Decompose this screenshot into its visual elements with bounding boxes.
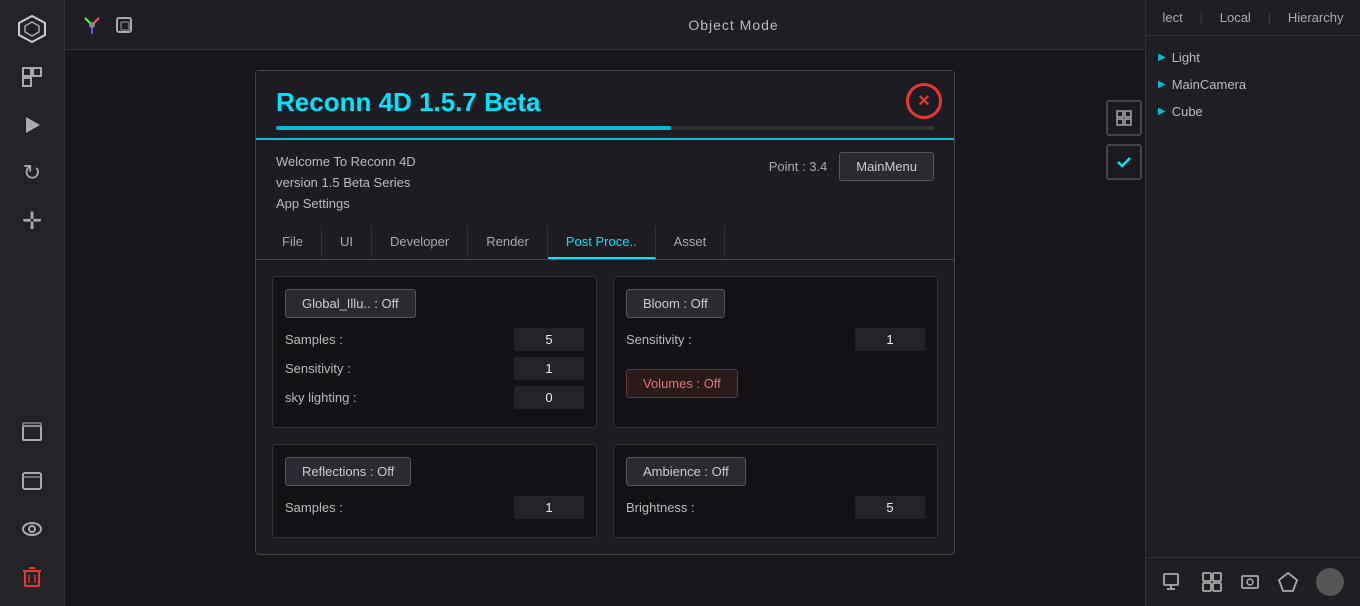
circle-icon[interactable]: [1316, 568, 1344, 596]
viewport-controls: [1106, 100, 1142, 180]
dialog-info: Welcome To Reconn 4D version 1.5 Beta Se…: [256, 140, 954, 226]
dialog-progress-bar: [276, 126, 934, 130]
right-sidebar: lect | Local | Hierarchy ▶ Light ▶ MainC…: [1145, 0, 1360, 606]
header-separator2: |: [1268, 11, 1271, 25]
global-illum-panel: Global_Illu.. : Off Samples : 5 Sensitiv…: [272, 276, 597, 428]
reflections-samples-row: Samples : 1: [285, 496, 584, 519]
right-sidebar-header: lect | Local | Hierarchy: [1146, 0, 1360, 36]
dialog-info-right: Point : 3.4 MainMenu: [769, 152, 934, 181]
tab-post-proc[interactable]: Post Proce..: [548, 226, 656, 259]
global-illum-skylighting-label: sky lighting :: [285, 390, 357, 405]
main-menu-button[interactable]: MainMenu: [839, 152, 934, 181]
dialog-header: Reconn 4D 1.5.7 Beta: [256, 71, 954, 140]
trash-icon[interactable]: [11, 556, 53, 598]
global-illum-sensitivity-value[interactable]: 1: [514, 357, 584, 380]
diamond-icon[interactable]: [1277, 571, 1299, 593]
global-illum-toggle[interactable]: Global_Illu.. : Off: [285, 289, 416, 318]
ambience-brightness-label: Brightness :: [626, 500, 695, 515]
tree-item-cube[interactable]: ▶ Cube: [1146, 98, 1360, 125]
global-illum-samples-value[interactable]: 5: [514, 328, 584, 351]
dialog: Reconn 4D 1.5.7 Beta × Welcome To Reconn…: [255, 70, 955, 555]
reflections-toggle[interactable]: Reflections : Off: [285, 457, 411, 486]
mode-label: Object Mode: [688, 17, 778, 33]
tab-ui[interactable]: UI: [322, 226, 372, 259]
box-select-icon[interactable]: [11, 56, 53, 98]
tree-label-maincamera: MainCamera: [1172, 77, 1246, 92]
tab-asset[interactable]: Asset: [656, 226, 726, 259]
ambience-brightness-row: Brightness : 5: [626, 496, 925, 519]
global-illum-skylighting-value[interactable]: 0: [514, 386, 584, 409]
tree-label-cube: Cube: [1172, 104, 1203, 119]
tree-arrow-light: ▶: [1158, 52, 1166, 63]
tree-arrow-cube: ▶: [1158, 106, 1166, 117]
tree-label-light: Light: [1172, 50, 1200, 65]
cube-topbar-icon: [113, 14, 135, 36]
info-line2: version 1.5 Beta Series: [276, 173, 416, 194]
tree-item-light[interactable]: ▶ Light: [1146, 44, 1360, 71]
volumes-toggle[interactable]: Volumes : Off: [626, 369, 738, 398]
ambience-toggle[interactable]: Ambience : Off: [626, 457, 746, 486]
bloom-sensitivity-label: Sensitivity :: [626, 332, 692, 347]
frame-fit-button[interactable]: [1106, 100, 1142, 136]
eye-sidebar-icon[interactable]: [11, 508, 53, 550]
global-illum-skylighting-row: sky lighting : 0: [285, 386, 584, 409]
play-icon[interactable]: [11, 104, 53, 146]
global-illum-samples-row: Samples : 5: [285, 328, 584, 351]
tree-item-maincamera[interactable]: ▶ MainCamera: [1146, 71, 1360, 98]
scene-tree: ▶ Light ▶ MainCamera ▶ Cube: [1146, 36, 1360, 557]
screen-icon[interactable]: [1162, 571, 1184, 593]
header-separator: |: [1200, 11, 1203, 25]
reflections-samples-value[interactable]: 1: [514, 496, 584, 519]
info-line3: App Settings: [276, 194, 416, 215]
header-select-label[interactable]: lect: [1162, 10, 1182, 25]
tab-render[interactable]: Render: [468, 226, 548, 259]
main-viewport: Reconn 4D 1.5.7 Beta × Welcome To Reconn…: [65, 50, 1145, 606]
logo-icon[interactable]: [11, 8, 53, 50]
dialog-title: Reconn 4D 1.5.7 Beta: [276, 87, 934, 118]
bloom-panel: Bloom : Off Sensitivity : 1 Volumes : Of…: [613, 276, 938, 428]
move-icon[interactable]: ✛: [11, 200, 53, 242]
disc-icon[interactable]: [1239, 571, 1261, 593]
reflections-samples-label: Samples :: [285, 500, 343, 515]
grid-icon[interactable]: [1201, 571, 1223, 593]
bloom-sensitivity-row: Sensitivity : 1: [626, 328, 925, 351]
ambience-brightness-value[interactable]: 5: [855, 496, 925, 519]
tree-arrow-maincamera: ▶: [1158, 79, 1166, 90]
dialog-tabs: File UI Developer Render Post Proce.. As…: [256, 226, 954, 260]
ambience-panel: Ambience : Off Brightness : 5: [613, 444, 938, 538]
global-illum-samples-label: Samples :: [285, 332, 343, 347]
dialog-progress-fill: [276, 126, 671, 130]
header-local-label[interactable]: Local: [1220, 10, 1251, 25]
reflections-panel: Reflections : Off Samples : 1: [272, 444, 597, 538]
tab-developer[interactable]: Developer: [372, 226, 468, 259]
left-sidebar: ↻ ✛: [0, 0, 65, 606]
axis-icon: [81, 14, 103, 36]
refresh-icon[interactable]: ↻: [11, 152, 53, 194]
point-label: Point : 3.4: [769, 159, 828, 174]
tablet-icon[interactable]: [11, 460, 53, 502]
info-line1: Welcome To Reconn 4D: [276, 152, 416, 173]
bloom-sensitivity-value[interactable]: 1: [855, 328, 925, 351]
global-illum-sensitivity-label: Sensitivity :: [285, 361, 351, 376]
global-illum-sensitivity-row: Sensitivity : 1: [285, 357, 584, 380]
dialog-content: Global_Illu.. : Off Samples : 5 Sensitiv…: [256, 260, 954, 554]
dialog-close-button[interactable]: ×: [906, 83, 942, 119]
right-sidebar-bottom: [1146, 557, 1360, 606]
dialog-info-text: Welcome To Reconn 4D version 1.5 Beta Se…: [276, 152, 416, 214]
layers-icon[interactable]: [11, 412, 53, 454]
header-hierarchy-label[interactable]: Hierarchy: [1288, 10, 1344, 25]
confirm-button[interactable]: [1106, 144, 1142, 180]
tab-file[interactable]: File: [264, 226, 322, 259]
bloom-toggle[interactable]: Bloom : Off: [626, 289, 725, 318]
